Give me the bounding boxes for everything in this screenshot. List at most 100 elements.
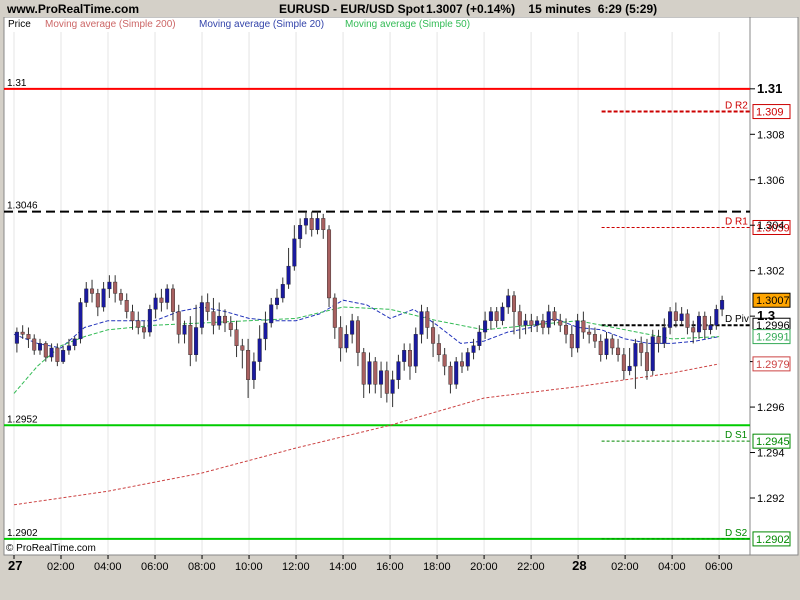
candle-body (228, 322, 233, 330)
candle-body (575, 320, 580, 349)
candle-body (159, 297, 164, 303)
candle-body (506, 295, 511, 308)
candle-body (344, 334, 349, 349)
candle-body (500, 306, 505, 321)
legend-price: Price (8, 19, 31, 30)
x-tick-label: 04:00 (658, 561, 686, 573)
candle-body (546, 311, 551, 328)
candle-body (78, 302, 83, 340)
current-price-label: 1.3007 (756, 295, 790, 307)
candle-body (448, 365, 453, 385)
candle-body (303, 218, 308, 226)
candle-body (685, 313, 690, 328)
legend-ma200: Moving average (Simple 200) (45, 19, 176, 30)
candle-body (269, 304, 274, 324)
candle-body (315, 218, 320, 230)
candle-body (113, 281, 118, 294)
candle-body (592, 334, 597, 342)
candle-body (720, 300, 725, 310)
x-tick-label: 27 (8, 558, 22, 573)
pivot-name: D R1 (725, 216, 748, 227)
x-tick-label: 02:00 (611, 561, 639, 573)
candle-body (20, 331, 25, 335)
candle-body (95, 293, 100, 308)
candle-body (633, 343, 638, 367)
candle-body (194, 327, 199, 355)
candle-body (338, 327, 343, 349)
candle-body (673, 311, 678, 321)
candle-body (517, 311, 522, 326)
candle-body (153, 297, 158, 310)
candle-body (662, 327, 667, 344)
candle-body (43, 343, 48, 358)
level-label: 1.31 (7, 78, 27, 89)
candle-body (165, 288, 170, 303)
x-tick-label: 02:00 (47, 561, 75, 573)
candle-body (309, 218, 314, 230)
price-change: 1.3007 (+0.14%) (426, 2, 516, 16)
candle-body (691, 327, 696, 333)
y-tick-label: 1.296 (757, 402, 785, 414)
candle-body (714, 309, 719, 326)
candle-body (465, 352, 470, 367)
candle-body (621, 354, 626, 371)
candle-body (569, 334, 574, 349)
pivot-value: 1.2945 (756, 436, 790, 448)
candle-body (390, 379, 395, 394)
candle-body (275, 297, 280, 305)
x-tick-label: 20:00 (470, 561, 498, 573)
title-bar: www.ProRealTime.com EURUSD - EUR/USD Spo… (0, 0, 800, 17)
candle-body (512, 295, 517, 312)
x-tick-label: 28 (572, 558, 586, 573)
candle-body (182, 325, 187, 335)
x-tick-label: 12:00 (282, 561, 310, 573)
pivot-name: D S2 (725, 528, 748, 539)
level-label: 1.3046 (7, 201, 38, 212)
y-tick-label: 1.292 (757, 493, 785, 505)
candle-body (170, 288, 175, 312)
x-tick-label: 18:00 (423, 561, 451, 573)
candle-body (477, 331, 482, 346)
candle-body (644, 352, 649, 371)
candle-body (49, 347, 54, 358)
candle-body (598, 340, 603, 355)
pivot-name: D S1 (725, 430, 748, 441)
candle-body (263, 322, 268, 340)
copyright: © ProRealTime.com (6, 543, 96, 554)
pivot-name: D R2 (725, 101, 748, 112)
candle-body (361, 352, 366, 385)
instrument-symbol: EURUSD - EUR/USD Spot (279, 2, 425, 16)
candle-body (379, 370, 384, 385)
site-name[interactable]: www.ProRealTime.com (7, 2, 139, 16)
candle-body (610, 338, 615, 349)
y-tick-label: 1.294 (757, 448, 785, 460)
candle-body (26, 334, 31, 340)
x-tick-label: 08:00 (188, 561, 216, 573)
x-tick-label: 22:00 (517, 561, 545, 573)
ma50-value-label: 1.2991 (756, 332, 790, 344)
candle-body (205, 302, 210, 312)
candle-body (292, 238, 297, 267)
pivot-name: D Piv (725, 314, 749, 325)
candle-body (442, 354, 447, 367)
candle-body (459, 361, 464, 367)
candle-body (142, 327, 147, 333)
candle-body (355, 320, 360, 353)
level-label: 1.2902 (7, 528, 38, 539)
candle-body (147, 309, 152, 333)
candle-body (552, 311, 557, 321)
pivot-value: 1.2902 (756, 534, 790, 546)
candle-body (407, 350, 412, 367)
candle-body (286, 265, 291, 285)
candle-body (199, 302, 204, 328)
y-tick-label: 1.304 (757, 220, 785, 232)
y-tick-label: 1.306 (757, 175, 785, 187)
candle-body (222, 315, 227, 324)
x-tick-label: 04:00 (94, 561, 122, 573)
candle-body (471, 345, 476, 353)
candle-body (298, 225, 303, 240)
x-tick-label: 16:00 (376, 561, 404, 573)
candle-body (84, 288, 89, 303)
candle-body (61, 350, 66, 362)
candle-body (540, 320, 545, 328)
